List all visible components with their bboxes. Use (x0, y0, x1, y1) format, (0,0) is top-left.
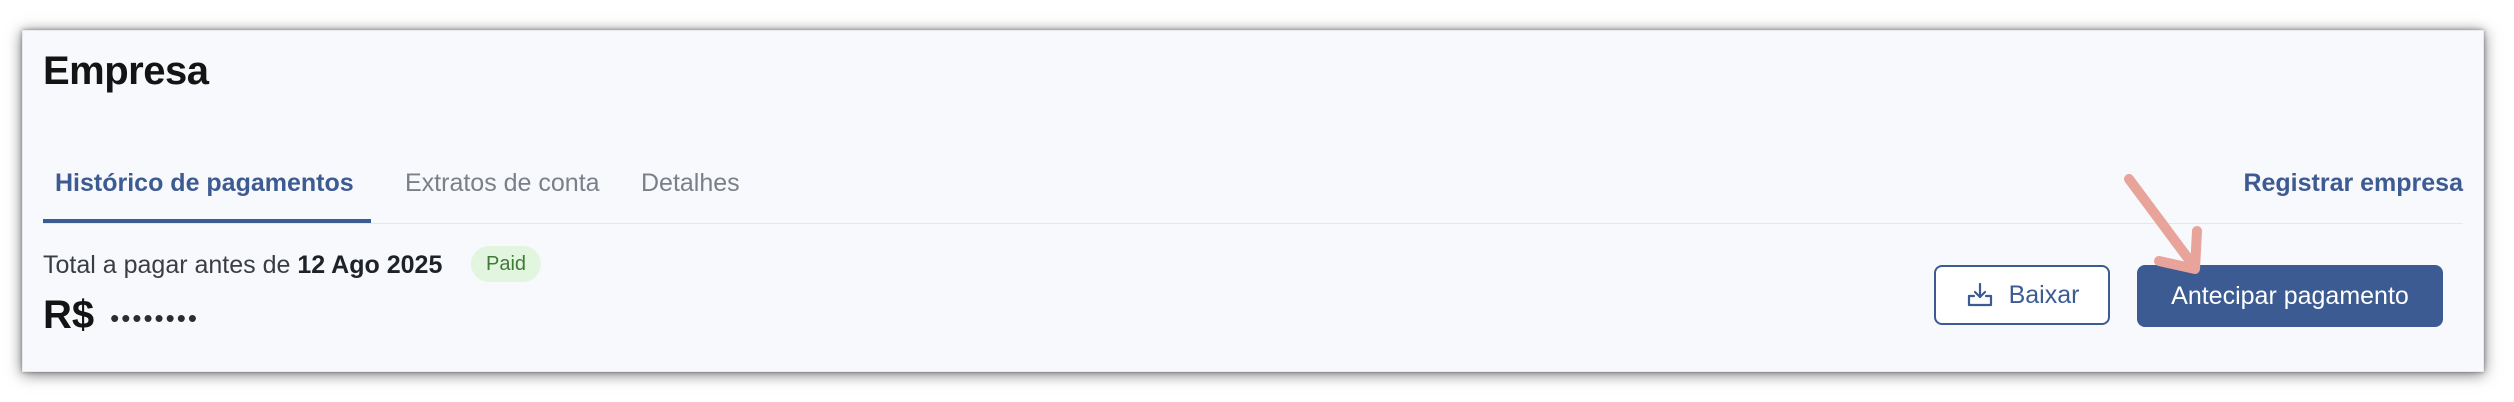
tab-bar: Histórico de pagamentos Extratos de cont… (43, 141, 2463, 223)
stage: Empresa Histórico de pagamentos Extratos… (0, 0, 2514, 402)
register-company-link[interactable]: Registrar empresa (2243, 169, 2463, 198)
anticipate-payment-button[interactable]: Antecipar pagamento (2137, 265, 2443, 327)
tab-payment-history[interactable]: Histórico de pagamentos (55, 169, 354, 198)
company-card: Empresa Histórico de pagamentos Extratos… (22, 30, 2484, 372)
download-button[interactable]: Baixar (1934, 265, 2110, 325)
total-due-label: Total a pagar antes de (43, 251, 291, 279)
tab-details[interactable]: Detalhes (641, 169, 740, 198)
status-badge: Paid (471, 246, 542, 282)
page-title: Empresa (43, 49, 209, 93)
download-tray-icon (1965, 280, 1995, 310)
due-date: 12 Ago 2025 (297, 251, 443, 279)
amount-row: R$ •••••••• (43, 293, 199, 338)
currency-symbol: R$ (43, 293, 95, 337)
total-due-line: Total a pagar antes de 12 Ago 2025 (43, 251, 442, 280)
tab-account-statements[interactable]: Extratos de conta (405, 169, 600, 198)
tabs-divider (43, 223, 2463, 224)
download-button-label: Baixar (2008, 280, 2080, 309)
masked-amount: •••••••• (110, 303, 199, 333)
